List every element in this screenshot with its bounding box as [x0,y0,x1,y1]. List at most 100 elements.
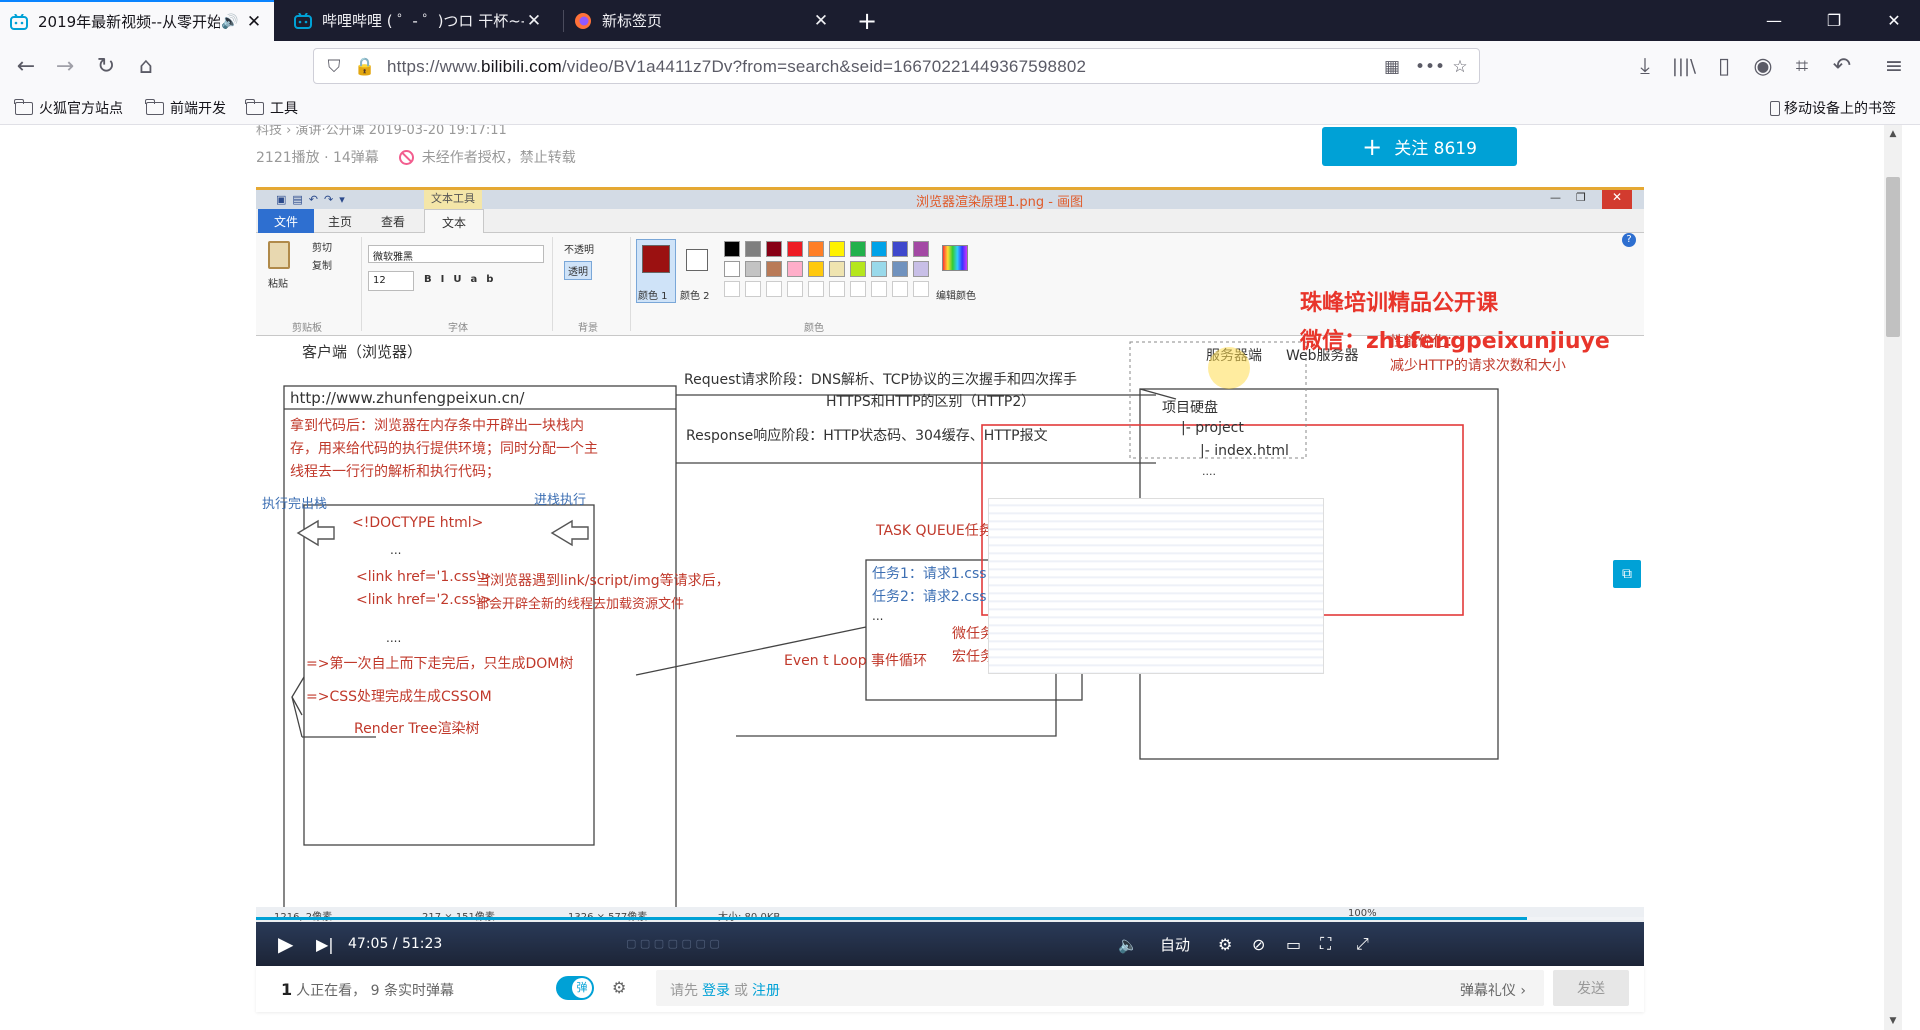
account-icon[interactable]: ◉ [1747,50,1779,82]
canvas-cssom: =>CSS处理完成生成CSSOM [306,689,492,705]
paint-ribbon-tabs: 文件 主页 查看 文本 [256,209,1644,234]
bookmark-tools[interactable]: 工具 [245,98,298,118]
color-swatch [724,261,740,277]
send-button[interactable]: 发送 [1553,970,1629,1006]
color-swatch [808,241,824,257]
bookmark-mobile[interactable]: 移动设备上的书签 [1770,98,1896,118]
paint-tab-file: 文件 [258,209,314,233]
register-link[interactable]: 注册 [752,983,780,999]
library-icon[interactable]: |||\ [1668,50,1700,82]
shield-icon[interactable]: ⛉ [322,55,346,79]
settings-icon[interactable]: ⚙ [1218,922,1232,966]
bookmark-frontend[interactable]: 前端开发 [145,98,226,118]
tab-bilibili-home[interactable]: 哔哩哔哩 ( ゜- ゜)つロ 干杯~-bi ✕ [284,0,554,41]
play-button[interactable]: ▶ [278,922,293,966]
sidebar-icon[interactable]: ▯ [1708,50,1740,82]
color-swatch-empty [724,281,740,297]
watching-info: 1 人正在看， 9 条实时弹幕 [281,980,454,999]
reload-button[interactable]: ↻ [90,50,122,82]
paint-title-bar: ▣▤↶↷▾ 文本工具 浏览器渲染原理1.png - 画图 — ❐ ✕ [256,187,1644,210]
minimize-button[interactable]: — [1744,0,1804,41]
time-display: 47:05 / 51:23 [348,936,443,952]
quick-access-toolbar: ▣▤↶↷▾ [276,193,351,206]
volume-icon[interactable]: 🔈 [1118,922,1138,966]
canvas-dom: =>第一次自上而下走完后，只生成DOM树 [306,656,574,672]
window-close-button[interactable]: ✕ [1864,0,1920,41]
danmaku-placeholder: 请先 登录或注册 [670,983,780,999]
progress-bar[interactable] [256,917,1644,920]
login-link[interactable]: 登录 [702,983,730,999]
video-category-date: 科技 › 演讲·公开课 2019-03-20 19:17:11 [256,125,507,138]
group-font: 字体 [448,323,468,334]
canvas-note2: 都会开辟全新的线程去加载资源文件 [476,597,685,612]
lock-icon[interactable]: 🔒 [353,55,377,79]
next-button[interactable]: ▶| [316,922,334,966]
scroll-thumb[interactable] [1886,177,1900,337]
color-swatch [787,261,803,277]
canvas-reduce: 减少HTTP的请求次数和大小 [1390,358,1566,374]
tab-new-tab[interactable]: 新标签页 ✕ [564,0,841,41]
canvas-link2: <link href='2.css'> [356,592,492,608]
web-fullscreen-icon[interactable]: ⛶ [1320,922,1331,966]
screenshot-icon[interactable]: ⌗ [1786,50,1818,82]
danmaku-off-icon[interactable]: ⊘ [1252,922,1265,966]
paint-context-tab: 文本工具 [424,190,482,209]
tab-title: 2019年最新视频--从零开始 [38,13,220,31]
bookmark-star-icon[interactable]: ☆ [1448,55,1472,79]
color1-swatch [642,245,670,273]
restore-button[interactable]: ❐ [1804,0,1864,41]
paint-tab-view: 查看 [381,215,406,229]
canvas-event-loop: Even t Loop 事件循环 [784,653,928,669]
close-icon[interactable]: ✕ [811,11,831,31]
color-swatch [787,241,803,257]
folder-icon [14,98,33,115]
scroll-down-icon[interactable]: ▼ [1884,1012,1902,1030]
canvas-link1: <link href='1.css'> [356,569,492,585]
canvas-task2: 任务2：请求2.css [872,589,987,605]
back-button[interactable]: ← [10,50,42,82]
font-select: 微软雅黑 [368,245,544,263]
tab-bilibili-video[interactable]: 2019年最新视频--从零开始 🔊 ✕ [0,0,274,41]
qr-code-icon[interactable]: ▦ [1380,55,1404,79]
url-text[interactable]: https://www.bilibili.com/video/BV1a4411z… [387,57,1086,77]
code-screenshot [988,498,1324,674]
danmaku-toggle[interactable]: 弹 [556,976,594,1000]
undo-icon[interactable]: ↶ [1826,50,1858,82]
mobile-icon [1770,100,1780,116]
canvas-dots: .... [1202,465,1216,478]
scroll-up-icon[interactable]: ▲ [1884,125,1902,143]
danmaku-etiquette-link[interactable]: 弹幕礼仪 › [1460,980,1526,1000]
menu-icon[interactable]: ≡ [1878,50,1910,82]
color-swatch [871,261,887,277]
canvas-url: http://www.zhunfengpeixun.cn/ [290,389,525,407]
bookmarks-bar: 火狐官方站点 前端开发 工具 移动设备上的书签 [0,91,1920,125]
close-icon[interactable]: ✕ [524,11,544,31]
url-bar[interactable]: ⛉ 🔒 https://www.bilibili.com/video/BV1a4… [313,48,1480,84]
widescreen-icon[interactable]: ▭ [1286,922,1301,966]
font-style-icons: BIUab [424,274,503,285]
danmaku-input[interactable]: 请先 登录或注册 弹幕礼仪 › [656,970,1544,1006]
page-scrollbar[interactable]: ▲ ▼ [1884,125,1902,1030]
fullscreen-icon[interactable]: ⤢ [1356,922,1369,966]
paint-copy: 复制 [312,261,332,272]
bookmark-firefox-sites[interactable]: 火狐官方站点 [14,98,123,118]
share-screen-icon[interactable]: ⧉ [1613,560,1641,588]
video-frame: ▣▤↶↷▾ 文本工具 浏览器渲染原理1.png - 画图 — ❐ ✕ 文件 主页… [256,187,1644,923]
quality-select[interactable]: 自动 [1160,922,1190,966]
color2-swatch [686,249,708,271]
color-swatch [892,241,908,257]
more-actions-icon[interactable]: ••• [1415,55,1445,79]
group-colors: 颜色 [804,323,824,334]
video-player[interactable]: ▣▤↶↷▾ 文本工具 浏览器渲染原理1.png - 画图 — ❐ ✕ 文件 主页… [256,187,1644,966]
danmaku-settings-icon[interactable]: ⚙ [612,978,636,998]
speaker-icon[interactable]: 🔊 [220,14,240,30]
forward-button[interactable]: → [49,50,81,82]
status-sel: 217 × 151像素 [422,908,495,923]
follow-button[interactable]: + 关注 8619 [1322,127,1517,166]
canvas-exit-stack: 执行完出栈 [262,497,328,512]
color-swatch [913,261,929,277]
close-icon[interactable]: ✕ [244,12,264,32]
new-tab-button[interactable]: + [850,0,884,41]
download-icon[interactable]: ⤓ [1629,50,1661,82]
home-button[interactable]: ⌂ [130,50,162,82]
